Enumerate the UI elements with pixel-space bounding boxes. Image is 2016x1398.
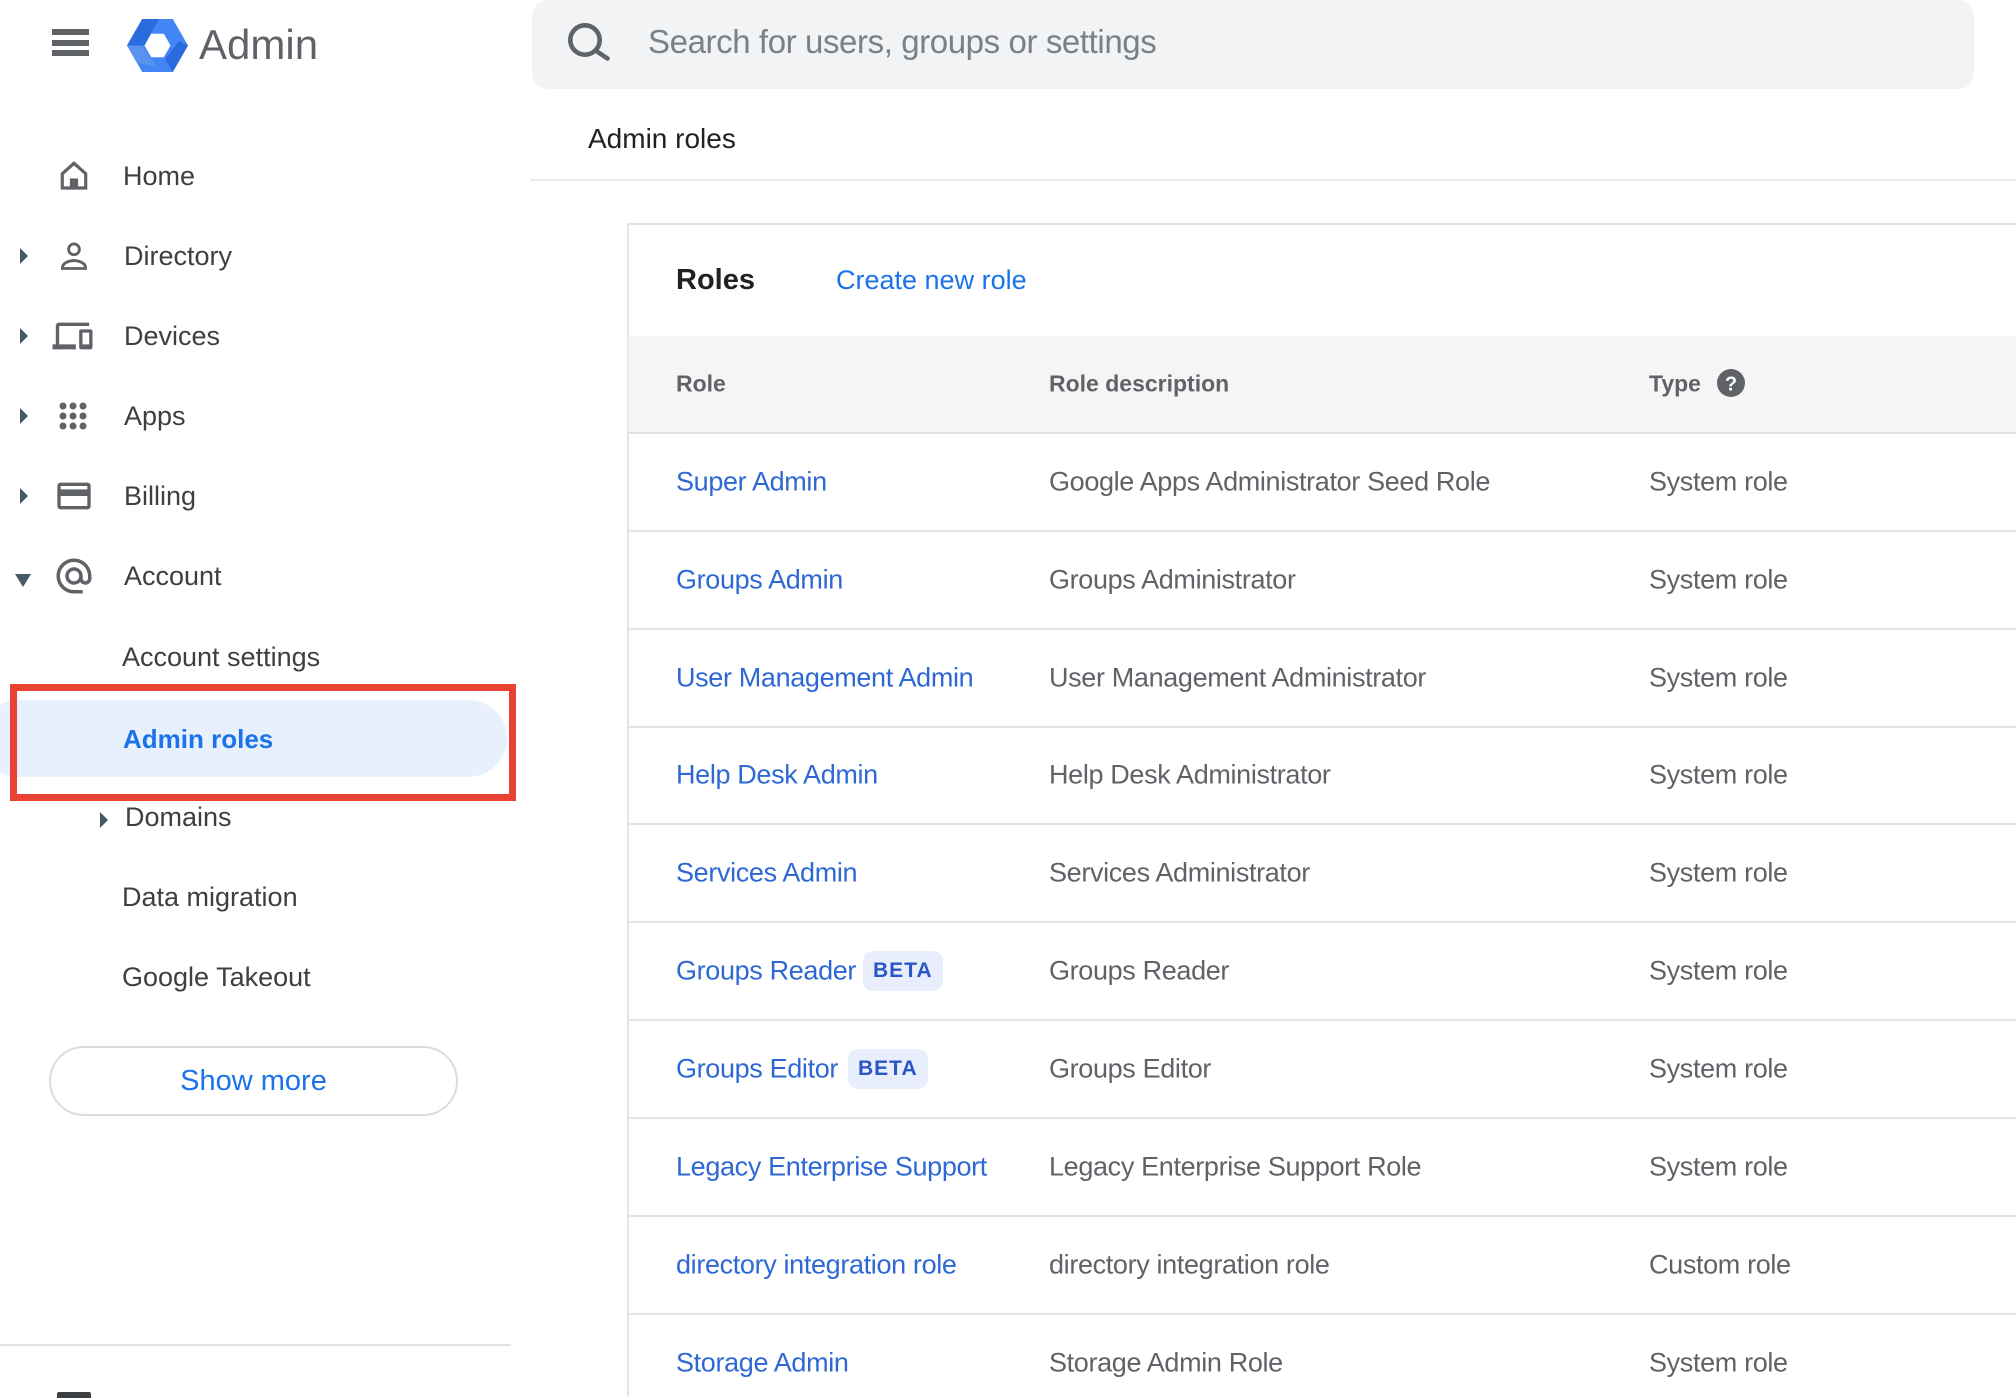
svg-text:?: ? — [1725, 374, 1737, 396]
